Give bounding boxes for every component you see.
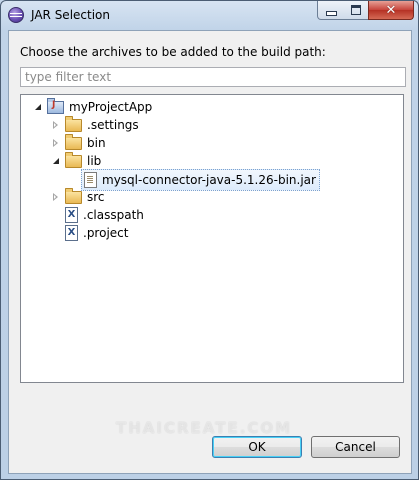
xml-file-icon: X xyxy=(65,225,78,241)
xml-file-icon: X xyxy=(65,207,78,223)
tree-item-label: .classpath xyxy=(83,208,144,222)
maximize-icon xyxy=(350,5,361,15)
expanded-arrow-icon[interactable] xyxy=(33,102,43,112)
tree-item-label: .settings xyxy=(87,118,139,132)
minimize-button[interactable] xyxy=(317,1,345,20)
collapsed-arrow-icon[interactable] xyxy=(51,138,61,148)
java-project-icon xyxy=(47,97,64,114)
eclipse-icon xyxy=(8,7,24,23)
tree-item-bin[interactable]: bin xyxy=(51,133,106,152)
tree-item-project-file[interactable]: X .project xyxy=(65,224,128,242)
tree-item-project[interactable]: myProjectApp xyxy=(33,97,153,116)
cancel-button[interactable]: Cancel xyxy=(311,436,400,458)
jar-selection-window: JAR Selection ✕ Choose the archives to b… xyxy=(0,0,419,480)
tree-item-label: lib xyxy=(87,154,102,168)
window-title: JAR Selection xyxy=(31,8,110,22)
tree-item-label: src xyxy=(87,190,105,204)
ok-button[interactable]: OK xyxy=(212,436,302,458)
tree-item-settings[interactable]: .settings xyxy=(51,115,139,134)
dialog-body: Choose the archives to be added to the b… xyxy=(8,30,412,474)
archive-tree[interactable]: myProjectApp .settings bin lib mysql-con… xyxy=(20,94,404,383)
collapsed-arrow-icon[interactable] xyxy=(51,120,61,130)
tree-item-label: bin xyxy=(87,136,106,150)
tree-item-label: .project xyxy=(83,226,129,240)
collapsed-arrow-icon[interactable] xyxy=(51,192,61,202)
folder-icon xyxy=(65,187,82,204)
watermark: THAICREATE.COM xyxy=(116,419,293,437)
tree-item-label: myProjectApp xyxy=(69,100,153,114)
tree-item-classpath[interactable]: X .classpath xyxy=(65,206,144,224)
folder-icon xyxy=(65,115,82,132)
title-bar[interactable]: JAR Selection ✕ xyxy=(1,1,418,29)
tree-item-label: mysql-connector-java-5.1.26-bin.jar xyxy=(102,173,316,187)
tree-item-lib[interactable]: lib xyxy=(51,151,102,170)
expanded-arrow-icon[interactable] xyxy=(51,156,61,166)
folder-icon xyxy=(65,133,82,150)
jar-file-icon xyxy=(84,172,97,188)
maximize-button[interactable] xyxy=(343,1,369,20)
close-icon: ✕ xyxy=(385,2,397,18)
dialog-prompt: Choose the archives to be added to the b… xyxy=(20,45,326,59)
folder-icon xyxy=(65,151,82,168)
minimize-icon xyxy=(325,10,337,16)
close-button[interactable]: ✕ xyxy=(368,1,414,20)
filter-input[interactable] xyxy=(20,67,406,87)
tree-item-jar[interactable]: mysql-connector-java-5.1.26-bin.jar xyxy=(81,169,320,191)
tree-item-src[interactable]: src xyxy=(51,187,105,206)
